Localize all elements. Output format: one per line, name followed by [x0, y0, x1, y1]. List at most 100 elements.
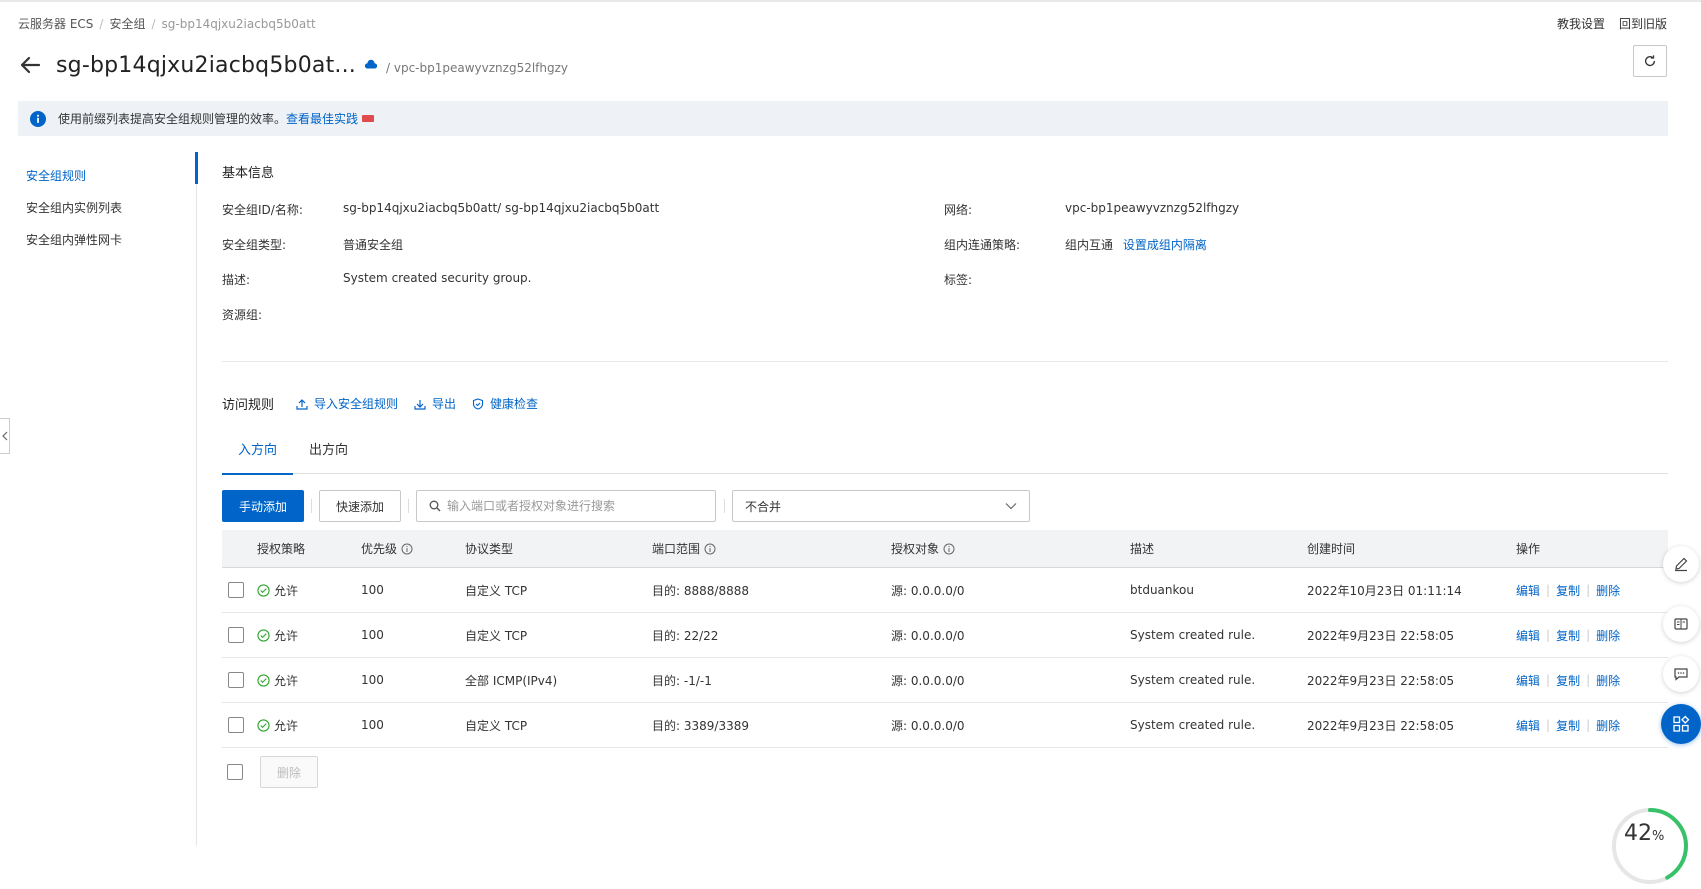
sidenav-item-instances[interactable]: 安全组内实例列表: [26, 192, 122, 224]
merge-select-value: 不合并: [745, 499, 782, 514]
import-rules-link[interactable]: 导入安全组规则: [296, 395, 398, 412]
table-header: 授权策略 优先级 协议类型 端口范围 授权对象 描述 创建时间 操作: [222, 530, 1668, 568]
sidenav-item-eni[interactable]: 安全组内弹性网卡: [26, 224, 122, 256]
table-row: 允许 100 自定义 TCP 目的: 3389/3389 源: 0.0.0.0/…: [222, 703, 1668, 748]
row-port: 目的: 22/22: [652, 628, 719, 643]
copy-button[interactable]: 复制: [1556, 582, 1580, 599]
row-policy: 允许: [257, 672, 298, 689]
upload-icon: [296, 398, 308, 410]
row-ops: 编辑 | 复制 | 删除: [1516, 627, 1621, 644]
row-target: 源: 0.0.0.0/0: [891, 628, 965, 643]
delete-button[interactable]: 删除: [1596, 627, 1620, 644]
network-value: vpc-bp1peawyvznzg52lfhgzy: [1065, 201, 1240, 215]
edit-button[interactable]: 编辑: [1516, 717, 1540, 734]
breadcrumb-security-group[interactable]: 安全组: [109, 17, 145, 31]
edit-button[interactable]: 编辑: [1516, 672, 1540, 689]
col-desc: 描述: [1130, 542, 1155, 556]
row-protocol: 自定义 TCP: [465, 718, 528, 733]
delete-button[interactable]: 删除: [1596, 717, 1620, 734]
policy-value: 组内互通: [1065, 238, 1114, 252]
teach-settings-link[interactable]: 教我设置: [1557, 17, 1605, 31]
docs-float-button[interactable]: [1663, 606, 1699, 642]
row-checkbox[interactable]: [228, 627, 244, 643]
check-circle-icon: [257, 673, 270, 687]
row-ops: 编辑 | 复制 | 删除: [1516, 672, 1621, 689]
row-policy: 允许: [257, 582, 298, 599]
col-port: 端口范围: [652, 540, 716, 557]
vpc-subtitle[interactable]: / vpc-bp1peawyvznzg52lfhgzy: [386, 61, 568, 75]
top-border: [0, 0, 1701, 2]
tab-outbound[interactable]: 出方向: [293, 438, 364, 474]
row-protocol: 自定义 TCP: [465, 583, 528, 598]
row-policy: 允许: [257, 627, 298, 644]
table-row: 允许 100 自定义 TCP 目的: 22/22 源: 0.0.0.0/0 Sy…: [222, 613, 1668, 658]
download-icon: [414, 399, 426, 410]
back-old-version-link[interactable]: 回到旧版: [1619, 17, 1667, 31]
info-icon: [30, 110, 46, 127]
desc-label: 描述:: [222, 273, 251, 287]
info-circle-icon[interactable]: [401, 543, 413, 555]
edit-button[interactable]: 编辑: [1516, 627, 1540, 644]
apps-float-button[interactable]: [1661, 704, 1701, 744]
select-all-wrap: [227, 764, 243, 780]
progress-ring: [1612, 808, 1688, 884]
delete-button[interactable]: 删除: [1596, 672, 1620, 689]
export-link[interactable]: 导出: [414, 395, 456, 412]
arrow-left-icon[interactable]: [18, 53, 42, 77]
row-priority: 100: [361, 673, 384, 687]
copy-button[interactable]: 复制: [1556, 627, 1580, 644]
select-all-checkbox[interactable]: [227, 764, 243, 780]
breadcrumb-ecs[interactable]: 云服务器 ECS: [18, 17, 93, 31]
collapse-sidebar-button[interactable]: [0, 418, 10, 454]
row-checkbox[interactable]: [228, 717, 244, 733]
manual-add-button[interactable]: 手动添加: [222, 490, 304, 522]
policy-label: 组内连通策略:: [944, 238, 1021, 252]
table-row: 允许 100 全部 ICMP(IPv4) 目的: -1/-1 源: 0.0.0.…: [222, 658, 1668, 703]
search-input[interactable]: [447, 499, 707, 513]
info-circle-icon[interactable]: [704, 543, 716, 555]
sidenav-item-rules[interactable]: 安全组规则: [26, 160, 122, 192]
row-checkbox[interactable]: [228, 672, 244, 688]
row-created: 2022年9月23日 22:58:05: [1307, 718, 1455, 733]
delete-button[interactable]: 删除: [1596, 582, 1620, 599]
merge-select[interactable]: 不合并: [732, 490, 1030, 522]
row-desc: System created rule.: [1130, 628, 1256, 642]
edit-float-button[interactable]: [1663, 546, 1699, 582]
tab-inbound[interactable]: 入方向: [222, 438, 294, 475]
col-ops: 操作: [1516, 542, 1541, 556]
edit-button[interactable]: 编辑: [1516, 582, 1540, 599]
basic-info-title: 基本信息: [222, 166, 275, 181]
info-circle-icon[interactable]: [943, 543, 955, 555]
set-isolation-link[interactable]: 设置成组内隔离: [1123, 238, 1207, 252]
sg-type-value: 普通安全组: [343, 238, 404, 252]
best-practice-link[interactable]: 查看最佳实践: [286, 110, 358, 127]
col-protocol: 协议类型: [465, 542, 514, 556]
desc-value: System created security group.: [343, 271, 532, 285]
progress-gauge[interactable]: 42%: [1610, 806, 1690, 886]
copy-button[interactable]: 复制: [1556, 717, 1580, 734]
chat-icon: [1674, 668, 1688, 681]
sg-id-value: sg-bp14qjxu2iacbq5b0att/ sg-bp14qjxu2iac…: [343, 201, 660, 215]
side-nav: 安全组规则 安全组内实例列表 安全组内弹性网卡: [26, 160, 122, 256]
rules-toolbar: 访问规则 导入安全组规则 导出 健康检查: [222, 394, 554, 413]
book-icon: [1674, 618, 1688, 630]
check-circle-icon: [257, 718, 270, 732]
refresh-button[interactable]: [1633, 45, 1667, 77]
cloud-icon: [364, 59, 378, 69]
row-checkbox[interactable]: [228, 582, 244, 598]
row-ops: 编辑 | 复制 | 删除: [1516, 717, 1621, 734]
row-priority: 100: [361, 583, 384, 597]
pencil-icon: [1675, 557, 1688, 572]
bulk-delete-button[interactable]: 删除: [260, 756, 318, 788]
quick-add-button[interactable]: 快速添加: [319, 490, 401, 522]
copy-button[interactable]: 复制: [1556, 672, 1580, 689]
row-policy: 允许: [257, 717, 298, 734]
col-policy: 授权策略: [257, 542, 306, 556]
health-check-link[interactable]: 健康检查: [472, 395, 538, 412]
top-right-links: 教我设置 回到旧版: [1543, 15, 1667, 32]
breadcrumb-current: sg-bp14qjxu2iacbq5b0att: [161, 17, 316, 31]
shield-check-icon: [472, 397, 484, 410]
row-port: 目的: -1/-1: [652, 673, 712, 688]
row-desc: System created rule.: [1130, 718, 1256, 732]
feedback-float-button[interactable]: [1663, 656, 1699, 692]
